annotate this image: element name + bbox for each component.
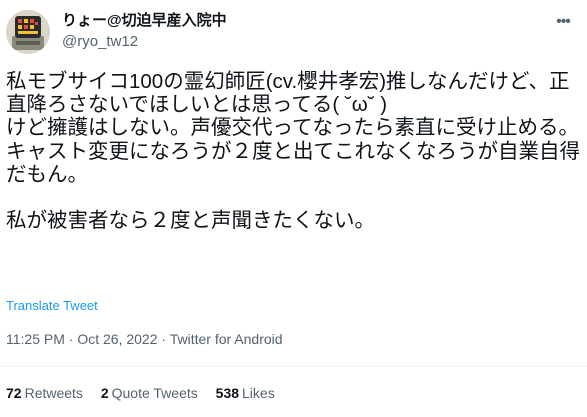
likes-label: Likes — [242, 385, 275, 401]
likes-stat[interactable]: 538 Likes — [216, 385, 275, 401]
tweet-stats: 72 Retweets 2 Quote Tweets 538 Likes — [6, 385, 289, 401]
tweet-meta: 11:25 PM · Oct 26, 2022 · Twitter for An… — [6, 331, 283, 347]
more-horizontal-icon: ••• — [556, 13, 571, 30]
quote-tweets-stat[interactable]: 2 Quote Tweets — [101, 385, 198, 401]
tweet-author[interactable]: りょー@切迫早産入院中 @ryo_tw12 — [62, 11, 227, 52]
divider — [0, 366, 587, 367]
tweet-timestamp-time[interactable]: 11:25 PM — [6, 331, 65, 347]
retweets-count: 72 — [6, 385, 22, 401]
tweet-source[interactable]: Twitter for Android — [170, 331, 283, 347]
quote-tweets-count: 2 — [100, 385, 109, 401]
tweet-text: 私モブサイコ100の霊幻師匠(cv.櫻井孝宏)推しなんだけど、正直降ろさないでほ… — [6, 70, 580, 233]
quote-tweets-label: Quote Tweets — [111, 385, 198, 401]
meta-separator: · — [161, 331, 167, 347]
translate-tweet-link[interactable]: Translate Tweet — [6, 298, 98, 313]
retweets-stat[interactable]: 72 Retweets — [6, 385, 83, 401]
retweets-label: Retweets — [24, 385, 83, 401]
tweet-timestamp-date[interactable]: Oct 26, 2022 — [77, 331, 157, 347]
author-handle[interactable]: @ryo_tw12 — [62, 32, 227, 52]
author-display-name[interactable]: りょー@切迫早産入院中 — [62, 11, 227, 31]
likes-count: 538 — [215, 385, 240, 401]
avatar[interactable] — [6, 10, 50, 54]
more-options-button[interactable]: ••• — [553, 12, 573, 32]
avatar-robot-icon — [6, 10, 50, 54]
meta-separator: · — [68, 331, 74, 347]
